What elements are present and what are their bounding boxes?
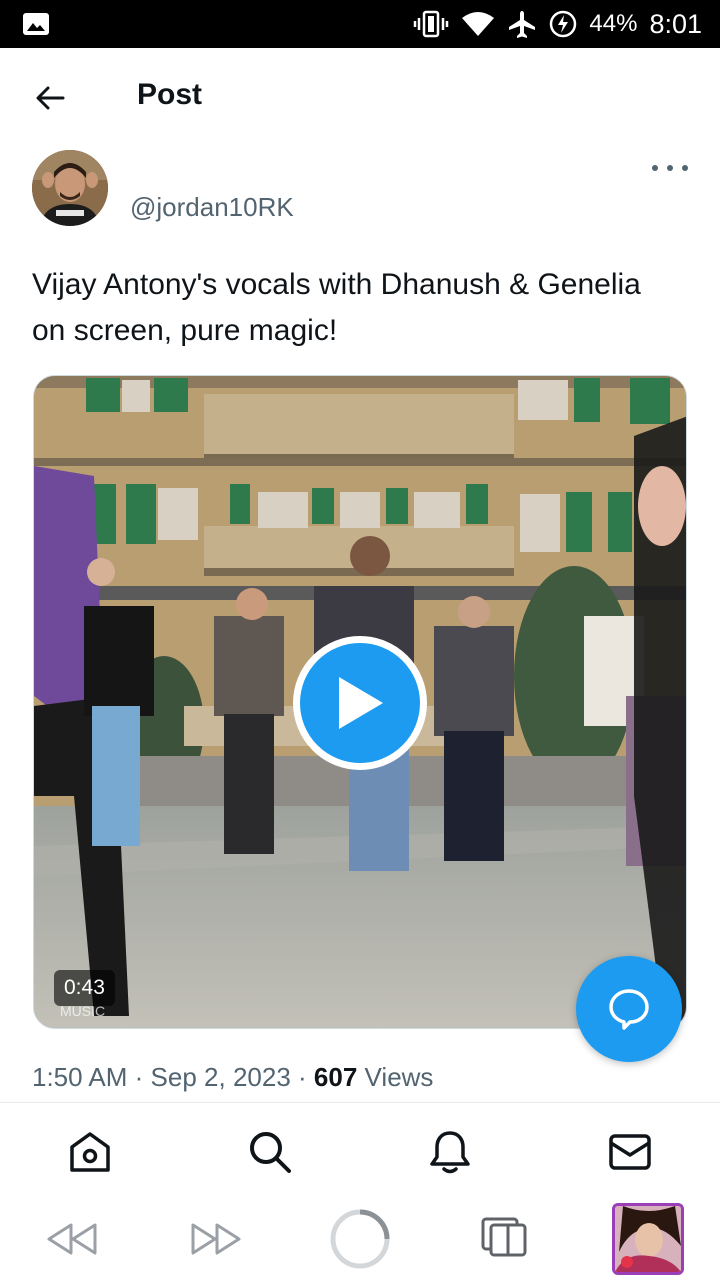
nav-messages[interactable] (605, 1127, 655, 1177)
notifications-icon (430, 1131, 470, 1174)
more-dot-icon (682, 165, 688, 171)
video-duration: 0:43 (54, 970, 115, 1006)
chat-bubble-icon (609, 989, 649, 1030)
more-dot-icon (667, 165, 673, 171)
vibrate-icon (413, 10, 449, 38)
views-label: Views (364, 1062, 434, 1092)
post-date: Sep 2, 2023 (150, 1062, 291, 1092)
author-handle[interactable]: @jordan10RK (130, 192, 294, 223)
fast-forward-icon (191, 1223, 241, 1255)
messages-icon (609, 1134, 651, 1170)
rewind-button[interactable] (44, 1219, 100, 1259)
home-icon (70, 1132, 110, 1172)
nav-home[interactable] (65, 1127, 115, 1177)
post-header: Post (0, 48, 720, 148)
compose-button[interactable] (576, 956, 682, 1062)
page-title: Post (137, 78, 203, 111)
views-count: 607 (313, 1062, 358, 1092)
rewind-icon (47, 1223, 97, 1255)
back-button[interactable] (26, 78, 74, 118)
nav-notifications[interactable] (425, 1127, 475, 1177)
bottom-nav (0, 1103, 720, 1199)
home-circle-button[interactable] (328, 1207, 392, 1271)
post-time: 1:50 AM (32, 1062, 128, 1092)
avatar[interactable] (32, 150, 108, 226)
more-options-button[interactable] (652, 156, 688, 180)
play-icon (339, 677, 383, 729)
arrow-left-icon (36, 86, 65, 110)
separator: · (298, 1062, 307, 1092)
more-dot-icon (652, 165, 658, 171)
nav-search[interactable] (245, 1127, 295, 1177)
search-icon (250, 1132, 291, 1173)
tabs-button[interactable] (478, 1213, 532, 1261)
wifi-icon (461, 10, 495, 38)
system-nav-bar (0, 1199, 720, 1280)
loading-icon (330, 1209, 390, 1269)
separator: · (134, 1062, 144, 1092)
image-notification-icon (22, 12, 50, 41)
status-time: 8:01 (649, 8, 702, 39)
battery-percent: 44% (589, 10, 638, 37)
post-text: Vijay Antony's vocals with Dhanush & Gen… (32, 268, 641, 347)
status-bar: 44% 8:01 (0, 0, 720, 48)
tabs-icon (481, 1217, 527, 1257)
recent-app-thumbnail[interactable] (612, 1203, 684, 1275)
battery-charging-icon (549, 10, 577, 38)
airplane-icon (507, 9, 537, 39)
play-button[interactable] (293, 636, 427, 770)
fast-forward-button[interactable] (188, 1219, 244, 1259)
post-meta: 1:50 AM · Sep 2, 2023 · 607 Views (32, 1062, 433, 1093)
recent-app-image (615, 1206, 681, 1272)
video-player[interactable]: MUSIC 0:43 (33, 375, 687, 1029)
